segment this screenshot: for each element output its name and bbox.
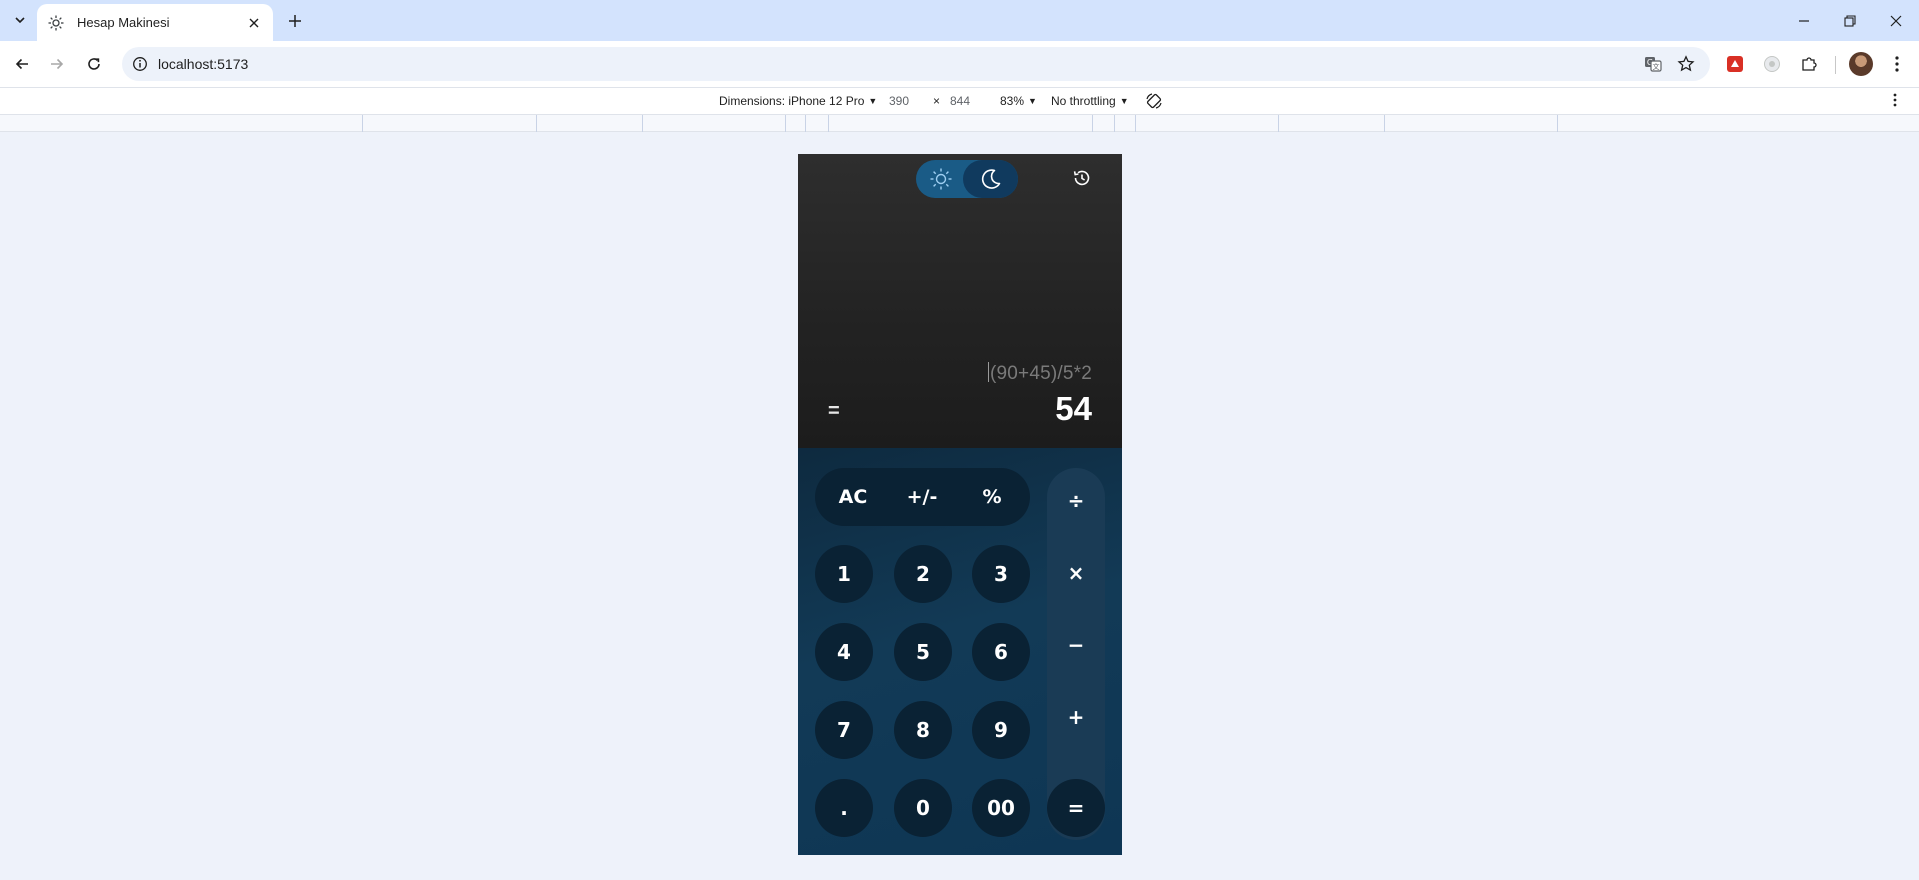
key-decimal[interactable]: .	[815, 779, 873, 837]
key-double-zero[interactable]: 00	[972, 779, 1030, 837]
plus-icon	[289, 15, 301, 27]
text-caret	[987, 362, 989, 382]
extensions-button[interactable]	[1794, 49, 1824, 79]
minimize-button[interactable]	[1781, 0, 1827, 41]
extension-red-button[interactable]	[1720, 49, 1750, 79]
url-text: localhost:5173	[158, 56, 249, 72]
site-info-icon[interactable]	[130, 54, 150, 74]
media-query-bar[interactable]	[0, 115, 1919, 132]
puzzle-icon	[1802, 57, 1817, 71]
forward-button[interactable]	[42, 49, 72, 79]
key-add[interactable]: +	[1047, 688, 1105, 746]
back-icon	[15, 58, 28, 70]
times-sign: ×	[933, 94, 941, 108]
toolbar-divider	[1835, 56, 1836, 74]
calculator-display: (90+45)/5*2 = 54	[798, 154, 1122, 448]
key-6[interactable]: 6	[972, 623, 1030, 681]
key-1[interactable]: 1	[815, 545, 873, 603]
tab-search-button[interactable]	[8, 8, 32, 32]
device-toolbar: Dimensions: iPhone 12 Pro ▼ 390 × 844 83…	[0, 87, 1919, 115]
equals-indicator: =	[828, 400, 840, 422]
moon-icon	[981, 169, 1000, 189]
bookmark-button[interactable]	[1671, 49, 1701, 79]
browser-toolbar: localhost:5173 G文	[0, 41, 1919, 87]
device-viewport: (90+45)/5*2 = 54 AC +/- % 1 2 3 4 5 6 7 …	[798, 154, 1122, 855]
device-width-input[interactable]: 390	[889, 94, 909, 108]
reload-icon	[88, 58, 100, 70]
svg-text:文: 文	[1653, 62, 1660, 71]
throttling-select[interactable]: No throttling ▼	[1051, 94, 1129, 108]
history-button[interactable]	[1070, 166, 1094, 190]
sun-icon	[47, 14, 65, 32]
zoom-value: 83%	[1000, 94, 1025, 108]
key-2[interactable]: 2	[894, 545, 952, 603]
key-divide[interactable]: ÷	[1047, 472, 1105, 530]
extension-gray-icon	[1764, 56, 1780, 72]
translate-button[interactable]: G文	[1638, 49, 1668, 79]
address-bar[interactable]: localhost:5173	[122, 47, 1710, 81]
key-4[interactable]: 4	[815, 623, 873, 681]
back-button[interactable]	[7, 49, 37, 79]
device-height-input[interactable]: 844	[950, 94, 970, 108]
key-subtract[interactable]: −	[1047, 616, 1105, 674]
reload-button[interactable]	[79, 49, 109, 79]
theme-toggle[interactable]	[916, 160, 1018, 198]
translate-icon: G文	[1645, 57, 1662, 72]
rotate-icon	[1146, 93, 1162, 109]
bookmark-star-icon	[1677, 55, 1695, 72]
caret-down-icon: ▼	[1119, 96, 1129, 106]
restore-icon	[1844, 14, 1856, 27]
result-value: 54	[1055, 390, 1092, 427]
tab-strip: Hesap Makinesi	[0, 0, 1919, 41]
keypad: AC +/- % 1 2 3 4 5 6 7 8 9 . 0 00 ÷ × − …	[798, 448, 1122, 855]
minimize-icon	[1799, 19, 1809, 22]
history-icon	[1073, 170, 1090, 186]
key-0[interactable]: 0	[894, 779, 952, 837]
browser-tab[interactable]: Hesap Makinesi	[37, 4, 273, 41]
key-ac[interactable]: AC	[829, 468, 877, 526]
key-7[interactable]: 7	[815, 701, 873, 759]
operator-keys-group: ÷ × − + =	[1047, 468, 1105, 840]
chrome-menu-button[interactable]	[1882, 49, 1912, 79]
device-dimensions-label: Dimensions: iPhone 12 Pro	[719, 94, 865, 108]
dimension-separator: ×	[933, 94, 940, 108]
function-keys-group: AC +/- %	[815, 468, 1030, 526]
more-vert-icon	[1893, 93, 1897, 107]
key-5[interactable]: 5	[894, 623, 952, 681]
dark-theme-option[interactable]	[963, 160, 1018, 198]
device-width-value: 390	[889, 94, 910, 108]
key-toggle-sign[interactable]: +/-	[897, 468, 947, 526]
tab-title: Hesap Makinesi	[77, 15, 170, 30]
caret-down-icon: ▼	[1028, 96, 1037, 106]
expression-text: (90+45)/5*2	[989, 363, 1092, 384]
zoom-select[interactable]: 83% ▼	[1000, 94, 1037, 108]
throttling-value: No throttling	[1051, 94, 1116, 108]
new-tab-button[interactable]	[282, 8, 308, 34]
key-equals[interactable]: =	[1047, 779, 1105, 837]
more-vert-icon	[1895, 56, 1899, 72]
key-percent[interactable]: %	[969, 468, 1015, 526]
device-height-value: 844	[950, 94, 971, 108]
device-select[interactable]: Dimensions: iPhone 12 Pro ▼	[719, 94, 877, 108]
extension-gray-button[interactable]	[1757, 49, 1787, 79]
close-window-button[interactable]	[1873, 0, 1919, 41]
key-9[interactable]: 9	[972, 701, 1030, 759]
expression-input[interactable]: (90+45)/5*2	[987, 362, 1092, 385]
rotate-button[interactable]	[1145, 92, 1163, 110]
avatar[interactable]	[1849, 52, 1873, 76]
key-3[interactable]: 3	[972, 545, 1030, 603]
extension-red-icon	[1727, 56, 1743, 72]
key-8[interactable]: 8	[894, 701, 952, 759]
forward-icon	[51, 58, 64, 70]
caret-down-icon: ▼	[868, 96, 878, 106]
device-more-button[interactable]	[1893, 93, 1897, 107]
restore-button[interactable]	[1827, 0, 1873, 41]
close-icon	[1890, 15, 1902, 26]
key-multiply[interactable]: ×	[1047, 544, 1105, 602]
close-tab-icon[interactable]	[245, 14, 263, 32]
chevron-down-icon	[15, 17, 25, 24]
sun-icon	[930, 168, 952, 190]
light-theme-option[interactable]	[916, 160, 966, 198]
